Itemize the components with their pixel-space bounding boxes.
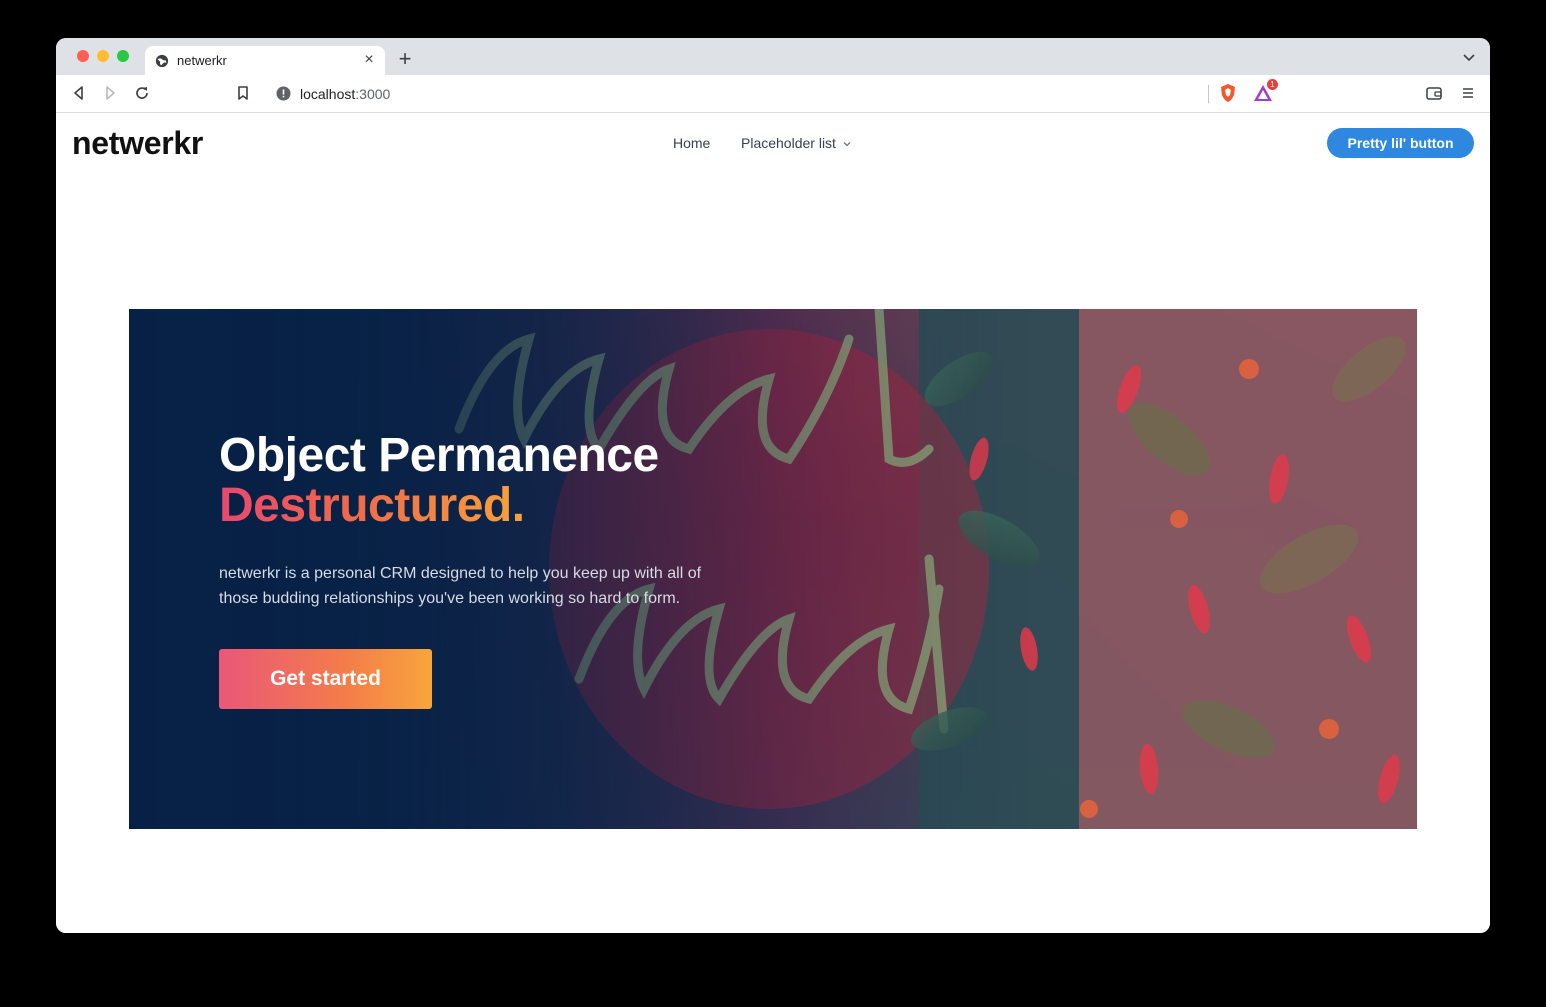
nav-placeholder-list-label: Placeholder list	[741, 135, 836, 151]
rewards-badge-count: 1	[1267, 79, 1278, 90]
hero-banner: Object Permanence Destructured. netwerkr…	[129, 309, 1417, 829]
new-tab-button[interactable]: +	[394, 48, 416, 70]
tab-close-icon[interactable]: ×	[359, 50, 379, 70]
browser-tab[interactable]: netwerkr ×	[145, 46, 385, 75]
rewards-button[interactable]: 1	[1253, 79, 1278, 103]
site-info-icon[interactable]	[276, 86, 291, 101]
wallet-icon[interactable]	[1425, 84, 1443, 102]
omnibox-divider	[1208, 85, 1209, 103]
chevron-down-icon	[843, 142, 851, 147]
minimize-window-button[interactable]	[97, 50, 109, 62]
forward-icon[interactable]	[101, 84, 119, 102]
browser-window: netwerkr × + localhost:3000 1 netwerkr H…	[56, 38, 1490, 933]
zoom-window-button[interactable]	[117, 50, 129, 62]
brave-shield-icon[interactable]	[1218, 83, 1238, 103]
menu-icon[interactable]	[1459, 84, 1477, 102]
site-logo[interactable]: netwerkr	[72, 125, 203, 162]
back-icon[interactable]	[70, 84, 88, 102]
url-host: localhost	[300, 86, 356, 102]
close-window-button[interactable]	[77, 50, 89, 62]
bookmark-icon[interactable]	[234, 84, 252, 102]
url-text[interactable]: localhost:3000	[300, 86, 390, 102]
tab-title: netwerkr	[177, 53, 227, 68]
tab-strip: netwerkr × +	[56, 38, 1490, 75]
page-content: netwerkr Home Placeholder list Pretty li…	[56, 113, 1490, 933]
browser-toolbar: localhost:3000 1	[56, 75, 1490, 113]
hero-title: Object Permanence	[219, 429, 659, 482]
hero-description: netwerkr is a personal CRM designed to h…	[219, 565, 702, 607]
nav-home-link[interactable]: Home	[673, 135, 710, 151]
nav-placeholder-list[interactable]: Placeholder list	[741, 135, 852, 151]
chevron-down-icon[interactable]	[1462, 50, 1476, 64]
address-bar[interactable]: localhost:3000 1	[268, 79, 1278, 108]
get-started-button[interactable]: Get started	[219, 649, 432, 709]
reload-icon[interactable]	[133, 84, 151, 102]
globe-icon	[155, 54, 169, 68]
hero-title-accent: Destructured.	[219, 479, 525, 532]
pretty-lil-button[interactable]: Pretty lil' button	[1327, 128, 1474, 158]
url-port: :3000	[355, 86, 391, 102]
